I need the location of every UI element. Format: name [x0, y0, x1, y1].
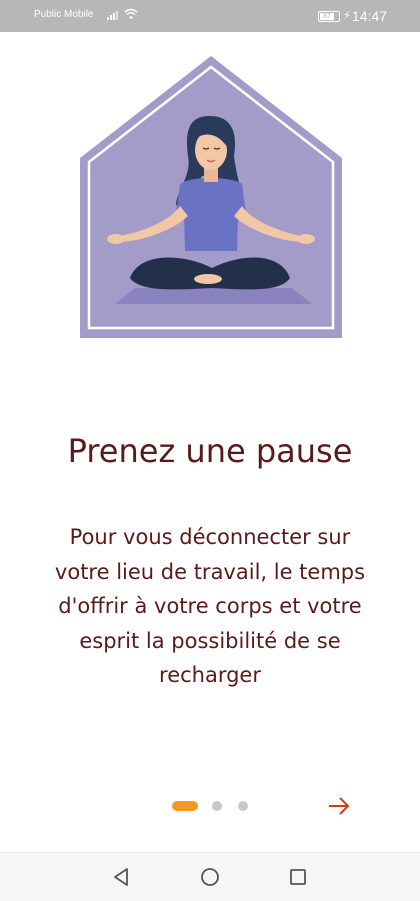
wifi-icon [124, 8, 138, 19]
onboarding-description: Pour vous déconnecter sur votre lieu de … [54, 525, 366, 687]
back-triangle-icon[interactable] [110, 865, 134, 889]
signal-icon [107, 11, 118, 20]
page-dot [238, 801, 248, 811]
system-navigation-bar [0, 852, 420, 901]
page-dot-active [172, 801, 198, 811]
carrier-name: Public Mobile [34, 9, 94, 20]
battery-level: 87 [320, 13, 334, 20]
page-dot [212, 801, 222, 811]
recents-square-icon[interactable] [286, 865, 310, 889]
onboarding-title: Prenez une pause [67, 432, 353, 470]
battery-icon: 87 [318, 11, 340, 22]
meditation-illustration [80, 56, 342, 338]
home-circle-icon[interactable] [198, 865, 222, 889]
clock: 14:47 [352, 8, 388, 24]
charging-icon: ⚡ [343, 9, 351, 22]
arrow-right-icon[interactable] [326, 793, 352, 819]
status-bar: Public Mobile 87 ⚡ 14:47 [0, 0, 420, 32]
yoga-mat [115, 288, 312, 304]
